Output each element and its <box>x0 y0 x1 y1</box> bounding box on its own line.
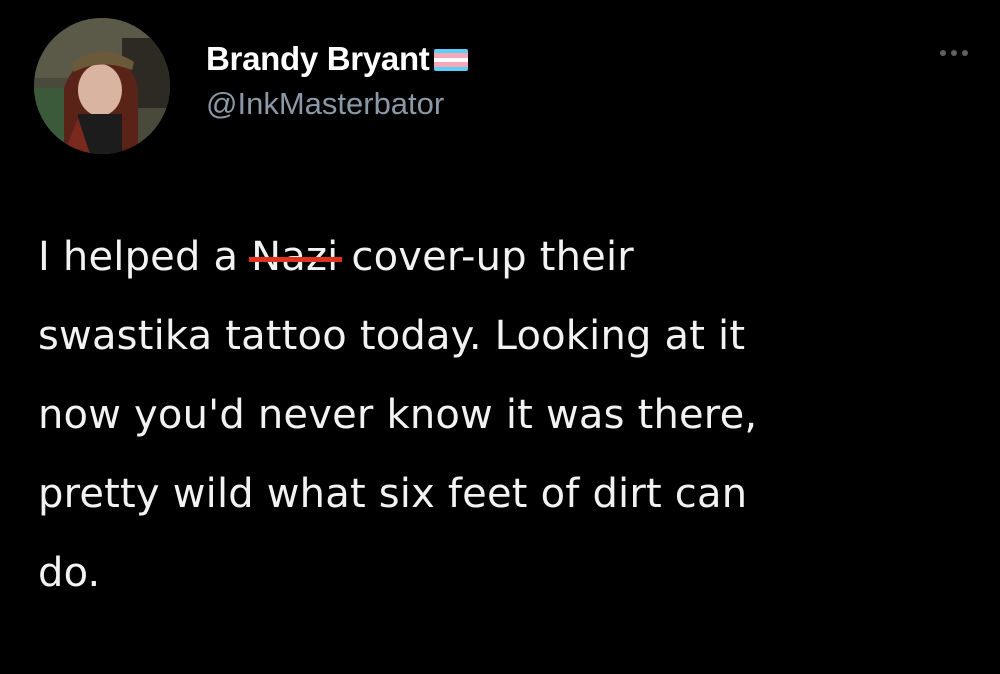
tweet-header: Brandy Bryant @InkMasterbator <box>34 18 974 158</box>
flag-stripe <box>433 66 468 71</box>
strikethrough-line <box>249 256 343 262</box>
dot <box>940 50 946 56</box>
text-segment: I helped a <box>38 234 252 280</box>
tweet-text-line-1: I helped a Nazi cover-up their <box>38 218 978 297</box>
transgender-flag-icon <box>433 49 468 71</box>
tweet-text-line-3: now you'd never know it was there, <box>38 392 758 438</box>
tweet-author: Brandy Bryant @InkMasterbator <box>206 38 468 122</box>
dot <box>962 50 968 56</box>
tweet-card: Brandy Bryant @InkMasterbator I helped a… <box>0 0 1000 674</box>
display-name-row: Brandy Bryant <box>206 38 468 80</box>
user-handle[interactable]: @InkMasterbator <box>206 86 468 122</box>
dot <box>951 50 957 56</box>
tweet-text-line-4: pretty wild what six feet of dirt can <box>38 471 748 517</box>
more-options-icon[interactable] <box>940 50 968 56</box>
tweet-text: I helped a Nazi cover-up their swastika … <box>38 218 978 613</box>
tweet-text-line-2: swastika tattoo today. Looking at it <box>38 313 746 359</box>
tweet-text-line-5: do. <box>38 550 101 596</box>
struck-word: Nazi <box>249 218 343 297</box>
avatar[interactable] <box>34 18 170 154</box>
display-name[interactable]: Brandy Bryant <box>206 40 430 78</box>
avatar-image <box>34 18 170 154</box>
text-segment: cover-up their <box>338 234 634 280</box>
